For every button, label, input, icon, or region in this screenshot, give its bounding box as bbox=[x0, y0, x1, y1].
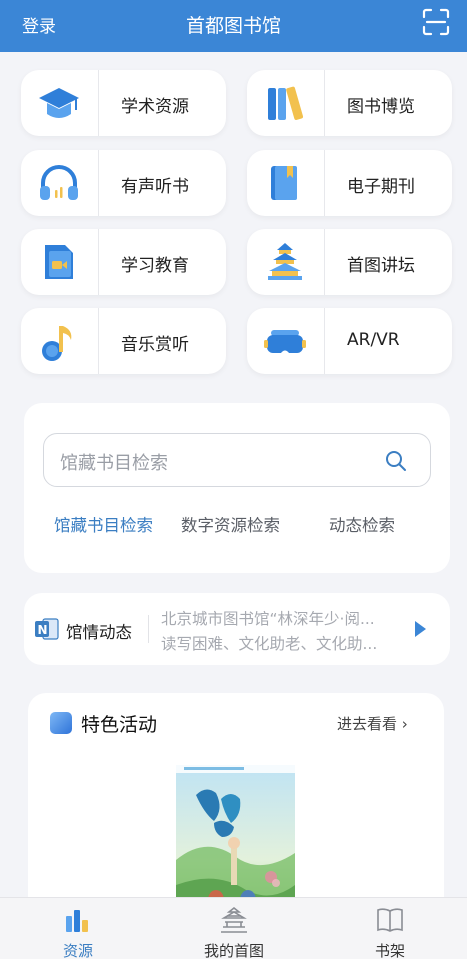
tile-academic-resources[interactable]: 学术资源 bbox=[21, 70, 226, 136]
headphones-icon bbox=[40, 165, 78, 200]
tile-divider bbox=[324, 70, 325, 136]
tab-dynamic-search[interactable]: 动态检索 bbox=[329, 512, 395, 536]
tile-book-expo[interactable]: 图书博览 bbox=[247, 70, 452, 136]
search-placeholder: 馆藏书目检索 bbox=[60, 453, 168, 474]
news-divider bbox=[148, 615, 149, 643]
vr-headset-icon bbox=[264, 330, 306, 353]
featured-more-link[interactable]: 进去看看 › bbox=[337, 713, 408, 734]
featured-square-icon bbox=[50, 712, 72, 734]
tile-e-journals[interactable]: 电子期刊 bbox=[247, 150, 452, 216]
tile-music[interactable]: 音乐赏听 bbox=[21, 308, 226, 374]
news-headline[interactable]: 北京城市图书馆“林深年少·阅... bbox=[161, 607, 401, 629]
onenote-icon: N bbox=[35, 618, 59, 640]
search-card: 馆藏书目检索 馆藏书目检索 数字资源检索 动态检索 bbox=[24, 403, 450, 573]
search-input[interactable]: 馆藏书目检索 bbox=[43, 433, 431, 487]
tab-digital-resource-search[interactable]: 数字资源检索 bbox=[181, 512, 280, 536]
tile-divider bbox=[98, 150, 99, 216]
tab-my-library[interactable]: 我的首图 bbox=[156, 898, 312, 959]
tile-label: 图书博览 bbox=[347, 97, 415, 117]
tab-bookshelf[interactable]: 书架 bbox=[312, 898, 467, 959]
svg-text:N: N bbox=[38, 623, 48, 637]
news-title: 馆情动态 bbox=[66, 623, 132, 642]
journal-icon bbox=[271, 166, 297, 200]
scan-icon[interactable] bbox=[420, 6, 452, 38]
library-news-card[interactable]: N 馆情动态 北京城市图书馆“林深年少·阅... 读写困难、文化助老、文化助..… bbox=[24, 593, 450, 665]
open-book-icon bbox=[377, 908, 403, 932]
graduation-cap-icon bbox=[39, 88, 79, 118]
page-title: 首都图书馆 bbox=[185, 15, 281, 37]
news-headline[interactable]: 读写困难、文化助老、文化助... bbox=[161, 632, 401, 654]
tile-divider bbox=[324, 229, 325, 295]
tile-divider bbox=[324, 150, 325, 216]
tab-catalog-search[interactable]: 馆藏书目检索 bbox=[54, 512, 153, 536]
tile-label: 学习教育 bbox=[121, 256, 189, 276]
tab-label: 我的首图 bbox=[203, 942, 264, 959]
tile-label: 有声听书 bbox=[121, 177, 189, 197]
search-icon[interactable] bbox=[384, 449, 408, 473]
featured-activities-card: 特色活动 进去看看 › bbox=[28, 693, 444, 923]
tab-label: 书架 bbox=[374, 942, 405, 959]
books-icon bbox=[268, 86, 304, 120]
tab-resources[interactable]: 资源 bbox=[0, 898, 156, 959]
tile-divider bbox=[98, 308, 99, 374]
app-header: 登录 首都图书馆 bbox=[0, 0, 467, 52]
tile-divider bbox=[98, 70, 99, 136]
tile-label: 电子期刊 bbox=[347, 177, 415, 197]
music-note-icon bbox=[42, 326, 72, 361]
tile-label: 首图讲坛 bbox=[347, 256, 415, 276]
tile-divider bbox=[98, 229, 99, 295]
tile-label: 音乐赏听 bbox=[121, 335, 189, 355]
bottom-tab-bar: 资源 我的首图 书架 bbox=[0, 897, 467, 959]
tile-ar-vr[interactable]: AR/VR bbox=[247, 308, 452, 374]
tile-label: AR/VR bbox=[347, 330, 400, 350]
tile-label: 学术资源 bbox=[121, 97, 189, 117]
temple-icon bbox=[268, 243, 302, 280]
tile-audiobooks[interactable]: 有声听书 bbox=[21, 150, 226, 216]
tile-learning-education[interactable]: 学习教育 bbox=[21, 229, 226, 295]
tile-divider bbox=[324, 308, 325, 374]
video-tablet-icon bbox=[45, 245, 73, 279]
featured-title: 特色活动 bbox=[81, 714, 158, 736]
tab-label: 资源 bbox=[62, 942, 93, 959]
temple-icon bbox=[221, 906, 247, 933]
play-arrow-icon[interactable] bbox=[413, 620, 427, 638]
bar-chart-icon bbox=[66, 910, 88, 932]
tile-library-forum[interactable]: 首图讲坛 bbox=[247, 229, 452, 295]
